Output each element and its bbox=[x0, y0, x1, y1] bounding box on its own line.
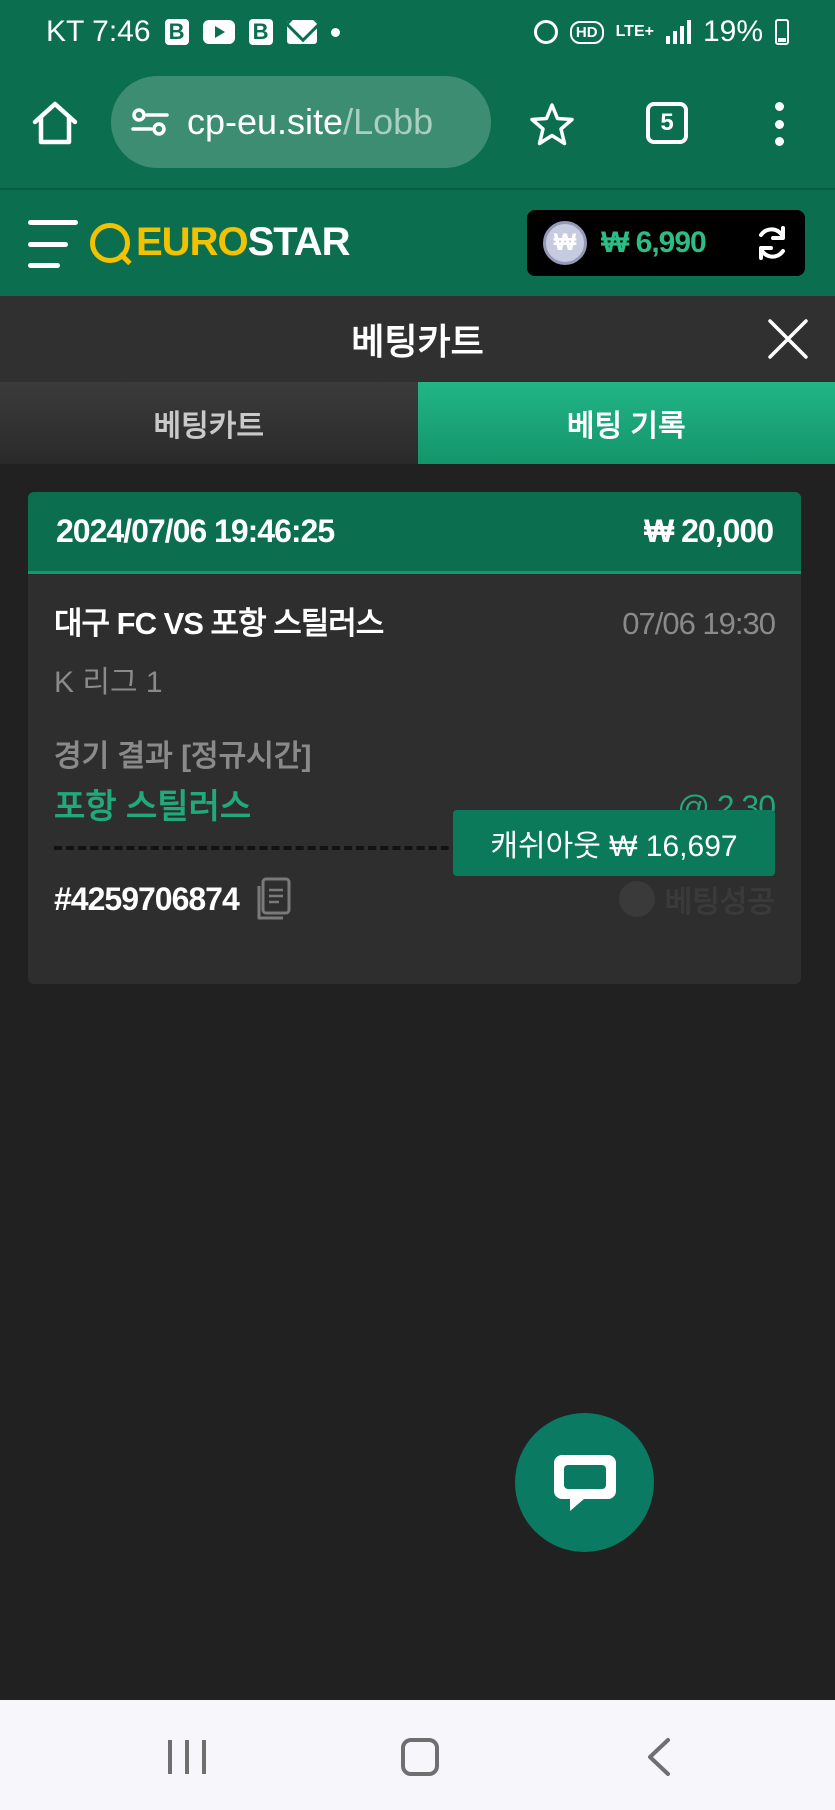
status-bar: KT 7:46 B B HD LTE+ 19% bbox=[0, 0, 835, 64]
network-type: LTE+ bbox=[615, 23, 654, 40]
recent-apps-icon[interactable] bbox=[168, 1740, 206, 1774]
refresh-icon[interactable] bbox=[753, 224, 791, 262]
ticket-id: #4259706874 bbox=[54, 880, 240, 917]
check-circle-icon bbox=[618, 881, 655, 917]
site-settings-icon[interactable] bbox=[131, 107, 169, 137]
bet-stake: ₩ 20,000 bbox=[644, 513, 774, 549]
status-left: KT 7:46 B B bbox=[46, 15, 340, 49]
copy-icon[interactable] bbox=[253, 876, 293, 922]
balance-amount: ₩ 6,990 bbox=[601, 226, 707, 259]
back-icon[interactable] bbox=[640, 1736, 680, 1778]
bet-placed-time: 2024/07/06 19:46:25 bbox=[56, 513, 335, 549]
signal-icon bbox=[665, 20, 691, 44]
mail-icon bbox=[286, 20, 317, 44]
tab-bet-cart[interactable]: 베팅카트 bbox=[0, 382, 418, 464]
url-path: /Lobb bbox=[343, 101, 434, 142]
alarm-icon bbox=[533, 20, 558, 44]
cashout-button[interactable]: 캐쉬아웃 ₩ 16,697 bbox=[453, 810, 775, 876]
balance-box: ₩ ₩ 6,990 bbox=[527, 210, 805, 276]
panel-title: 베팅카트 bbox=[351, 321, 484, 362]
home-nav-icon[interactable] bbox=[401, 1738, 439, 1776]
site-header: EUROSTAR ₩ ₩ 6,990 bbox=[0, 188, 835, 296]
chat-bubble-icon bbox=[553, 1454, 616, 1511]
hamburger-menu-icon[interactable] bbox=[28, 220, 80, 268]
android-nav-bar bbox=[0, 1700, 835, 1810]
url-host: cp-eu.site bbox=[187, 101, 344, 142]
logo-star-text: STAR bbox=[247, 220, 351, 264]
battery-icon bbox=[775, 19, 789, 45]
bet-status-text: 베팅성공 bbox=[664, 886, 775, 919]
league-name: K 리그 1 bbox=[54, 666, 163, 699]
logo-q-icon bbox=[90, 222, 130, 263]
tab-switcher-button[interactable]: 5 bbox=[646, 102, 688, 144]
close-icon[interactable] bbox=[767, 318, 809, 360]
battery-percent: 19% bbox=[702, 15, 763, 48]
url-text: cp-eu.site/Lobb bbox=[187, 101, 433, 143]
won-coin-icon: ₩ bbox=[543, 221, 587, 265]
b-app-icon: B bbox=[164, 19, 189, 45]
bet-record-card: 2024/07/06 19:46:25 ₩ 20,000 대구 FC VS 포항… bbox=[28, 492, 801, 984]
chat-button[interactable] bbox=[515, 1413, 654, 1552]
bet-tabs: 베팅카트 베팅 기록 bbox=[0, 382, 835, 464]
bet-cart-header: 베팅카트 bbox=[0, 296, 835, 382]
logo-euro-text: EURO bbox=[136, 220, 249, 264]
bookmark-star-icon[interactable] bbox=[528, 101, 576, 149]
selected-pick: 포항 스틸러스 bbox=[54, 788, 252, 826]
bet-record-header: 2024/07/06 19:46:25 ₩ 20,000 bbox=[28, 492, 801, 574]
match-time: 07/06 19:30 bbox=[622, 606, 776, 641]
home-icon[interactable] bbox=[30, 98, 80, 148]
clock: KT 7:46 bbox=[46, 15, 151, 48]
b-app-icon: B bbox=[248, 19, 273, 45]
status-right: HD LTE+ 19% bbox=[533, 15, 789, 49]
address-bar[interactable]: cp-eu.site/Lobb bbox=[111, 76, 491, 168]
market-name: 경기 결과 [정규시간] bbox=[54, 740, 312, 773]
bet-status: 베팅성공 bbox=[618, 877, 775, 921]
browser-menu-icon[interactable] bbox=[772, 102, 786, 146]
browser-toolbar: cp-eu.site/Lobb 5 bbox=[0, 64, 835, 188]
youtube-icon bbox=[202, 20, 235, 44]
tab-bet-history[interactable]: 베팅 기록 bbox=[417, 382, 835, 464]
match-name: 대구 FC VS 포항 스틸러스 bbox=[54, 606, 384, 641]
eurostar-logo[interactable]: EUROSTAR bbox=[90, 220, 350, 265]
hd-voice-icon: HD bbox=[569, 20, 604, 44]
notification-dot bbox=[330, 27, 340, 37]
